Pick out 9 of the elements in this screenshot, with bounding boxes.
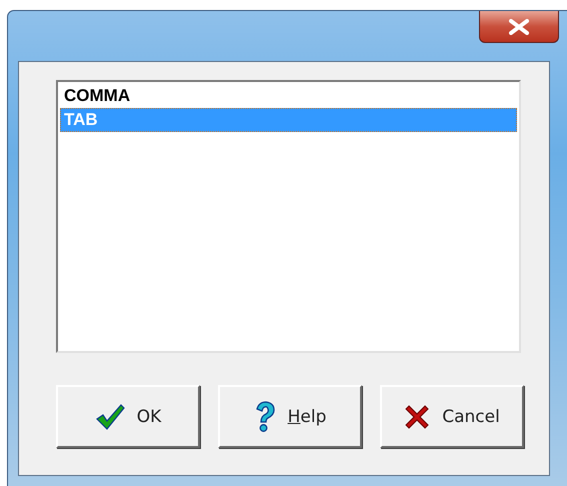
help-button[interactable]: Help xyxy=(218,385,362,448)
cancel-button[interactable]: Cancel xyxy=(380,385,524,448)
cross-icon xyxy=(404,404,430,430)
ok-button[interactable]: OK xyxy=(56,385,200,448)
list-item[interactable]: COMMA xyxy=(60,84,517,108)
checkmark-icon xyxy=(94,402,125,430)
close-button[interactable] xyxy=(479,11,559,43)
close-icon xyxy=(509,18,529,34)
question-mark-icon xyxy=(254,400,276,432)
